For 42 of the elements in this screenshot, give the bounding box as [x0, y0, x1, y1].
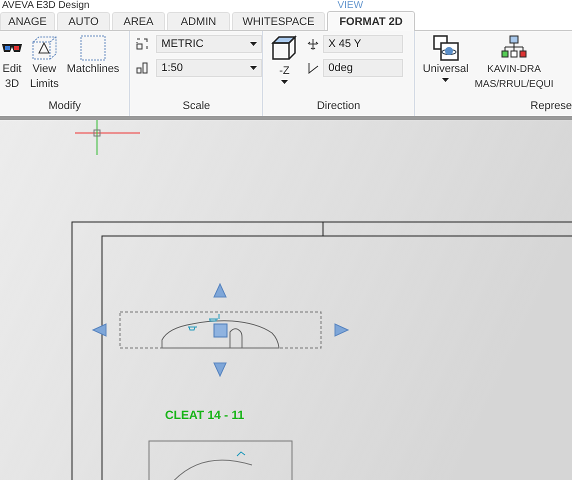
- matchlines-button[interactable]: Matchlines: [64, 35, 122, 99]
- crosshair-cursor: [74, 120, 140, 156]
- angle-field[interactable]: 0deg: [323, 59, 404, 77]
- context-tab-label: VIEW: [337, 0, 364, 11]
- size-icon: [136, 62, 148, 74]
- ribbon-tab[interactable]: ADMIN: [167, 12, 230, 30]
- caret-icon: [442, 78, 450, 82]
- cube-icon: [271, 35, 298, 61]
- group-label: Direction: [316, 99, 362, 114]
- direction-field[interactable]: X 45 Y: [323, 35, 404, 53]
- ribbon-tab[interactable]: WHITESPACE: [232, 12, 325, 30]
- anchor-icon: [307, 38, 320, 50]
- ribbon-tab[interactable]: AREA: [112, 12, 165, 30]
- part-label: CLEAT 14 - 11: [165, 408, 244, 422]
- group-label: Modify: [48, 99, 82, 114]
- view-direction-button[interactable]: -Z: [263, 35, 300, 99]
- right-arrow-icon[interactable]: [334, 323, 350, 337]
- view-limits-button[interactable]: View Limits: [28, 35, 61, 99]
- caret-icon: [280, 80, 288, 84]
- ribbon-tab[interactable]: ANAGE: [0, 12, 55, 30]
- left-arrow-icon[interactable]: [92, 323, 106, 337]
- cube-icon: [31, 35, 58, 61]
- edit-in-3d-button[interactable]: Edit 3D: [0, 35, 24, 99]
- scale-dropdown[interactable]: 1:50: [156, 59, 262, 77]
- planet-icon: [432, 35, 459, 61]
- dashed-square-icon: [80, 35, 106, 61]
- down-arrow-icon[interactable]: [213, 362, 227, 378]
- ribbon-tab[interactable]: FORMAT 2D: [327, 11, 415, 31]
- units-dropdown[interactable]: METRIC: [156, 35, 262, 53]
- hierarchy-button[interactable]: KAVIN-DRA MAS/RRUL/EQUI: [474, 35, 554, 99]
- group-label: Represe: [529, 99, 572, 114]
- glasses-icon: [2, 44, 22, 52]
- scale-icon: [136, 38, 148, 50]
- angle-icon: [307, 62, 320, 74]
- up-arrow-icon[interactable]: [213, 282, 227, 298]
- caret-icon: [250, 66, 258, 70]
- caret-icon: [250, 42, 258, 46]
- window-title: AVEVA E3D Design: [1, 0, 90, 11]
- cleat-shape[interactable]: [162, 314, 280, 348]
- group-label: Scale: [182, 99, 212, 114]
- ribbon-tab[interactable]: AUTO: [57, 12, 110, 30]
- universal-button[interactable]: Universal: [420, 35, 471, 99]
